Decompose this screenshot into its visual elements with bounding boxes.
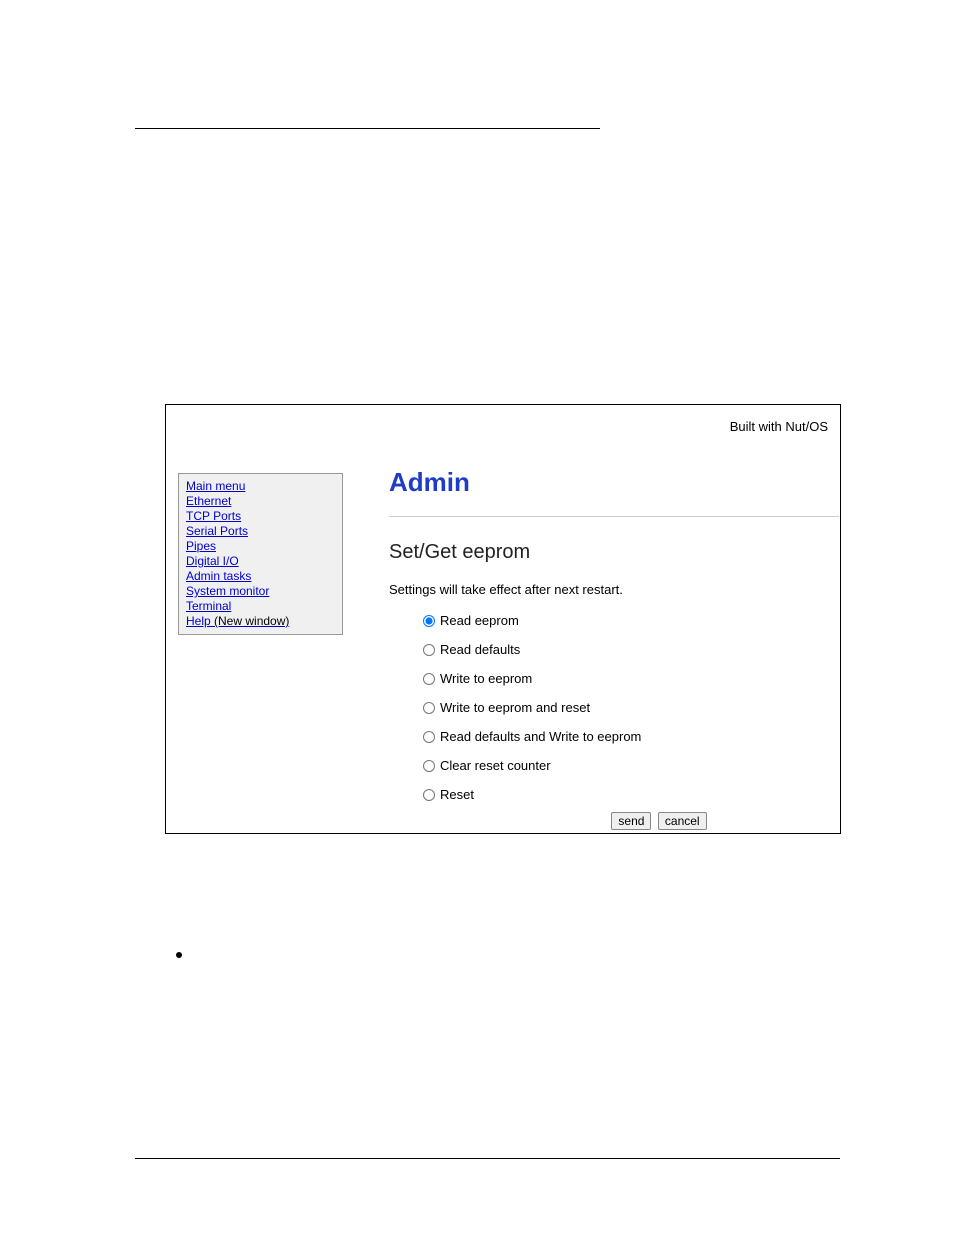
page-top-divider (135, 128, 600, 129)
admin-window: Built with Nut/OS Main menu Ethernet TCP… (165, 404, 841, 834)
sidebar-item-pipes[interactable]: Pipes (186, 539, 335, 554)
section-description: Settings will take effect after next res… (389, 582, 829, 597)
main-content: Admin Set/Get eeprom Settings will take … (389, 467, 829, 830)
send-button[interactable]: send (611, 812, 651, 830)
sidebar-item-digital-io[interactable]: Digital I/O (186, 554, 335, 569)
radio-item-clear-counter[interactable]: Clear reset counter (423, 758, 829, 773)
sidebar-item-main-menu[interactable]: Main menu (186, 479, 335, 494)
sidebar-item-system-monitor[interactable]: System monitor (186, 584, 335, 599)
radio-item-read-defaults[interactable]: Read defaults (423, 642, 829, 657)
radio-item-defaults-write[interactable]: Read defaults and Write to eeprom (423, 729, 829, 744)
sidebar-item-terminal[interactable]: Terminal (186, 599, 335, 614)
cancel-button[interactable]: cancel (658, 812, 707, 830)
built-with-label: Built with Nut/OS (730, 419, 828, 434)
sidebar-item-serial-ports[interactable]: Serial Ports (186, 524, 335, 539)
section-title: Set/Get eeprom (389, 541, 829, 564)
eeprom-options: Read eeprom Read defaults Write to eepro… (389, 613, 829, 802)
radio-item-write-eeprom[interactable]: Write to eeprom (423, 671, 829, 686)
page-bottom-divider (135, 1158, 840, 1159)
sidebar-item-admin-tasks[interactable]: Admin tasks (186, 569, 335, 584)
sidebar-nav: Main menu Ethernet TCP Ports Serial Port… (178, 473, 343, 635)
radio-label: Read defaults (440, 642, 520, 657)
page-title: Admin (389, 467, 829, 498)
radio-label: Read eeprom (440, 613, 519, 628)
sidebar-item-help-row: Help (New window) (186, 614, 335, 629)
sidebar-help-suffix: (New window) (211, 614, 290, 628)
sidebar-item-tcp-ports[interactable]: TCP Ports (186, 509, 335, 524)
radio-label: Reset (440, 787, 474, 802)
radio-label: Write to eeprom (440, 671, 532, 686)
sidebar-item-ethernet[interactable]: Ethernet (186, 494, 335, 509)
radio-write-reset[interactable] (423, 702, 435, 714)
button-row: send cancel (389, 812, 829, 830)
radio-label: Write to eeprom and reset (440, 700, 590, 715)
radio-item-read-eeprom[interactable]: Read eeprom (423, 613, 829, 628)
radio-clear-counter[interactable] (423, 760, 435, 772)
sidebar-item-help[interactable]: Help (186, 614, 211, 628)
radio-reset[interactable] (423, 789, 435, 801)
radio-read-eeprom[interactable] (423, 615, 435, 627)
radio-read-defaults[interactable] (423, 644, 435, 656)
radio-item-reset[interactable]: Reset (423, 787, 829, 802)
radio-label: Read defaults and Write to eeprom (440, 729, 641, 744)
radio-label: Clear reset counter (440, 758, 551, 773)
radio-write-eeprom[interactable] (423, 673, 435, 685)
radio-defaults-write[interactable] (423, 731, 435, 743)
radio-item-write-reset[interactable]: Write to eeprom and reset (423, 700, 829, 715)
bullet-point (176, 952, 182, 958)
content-divider (389, 516, 839, 517)
